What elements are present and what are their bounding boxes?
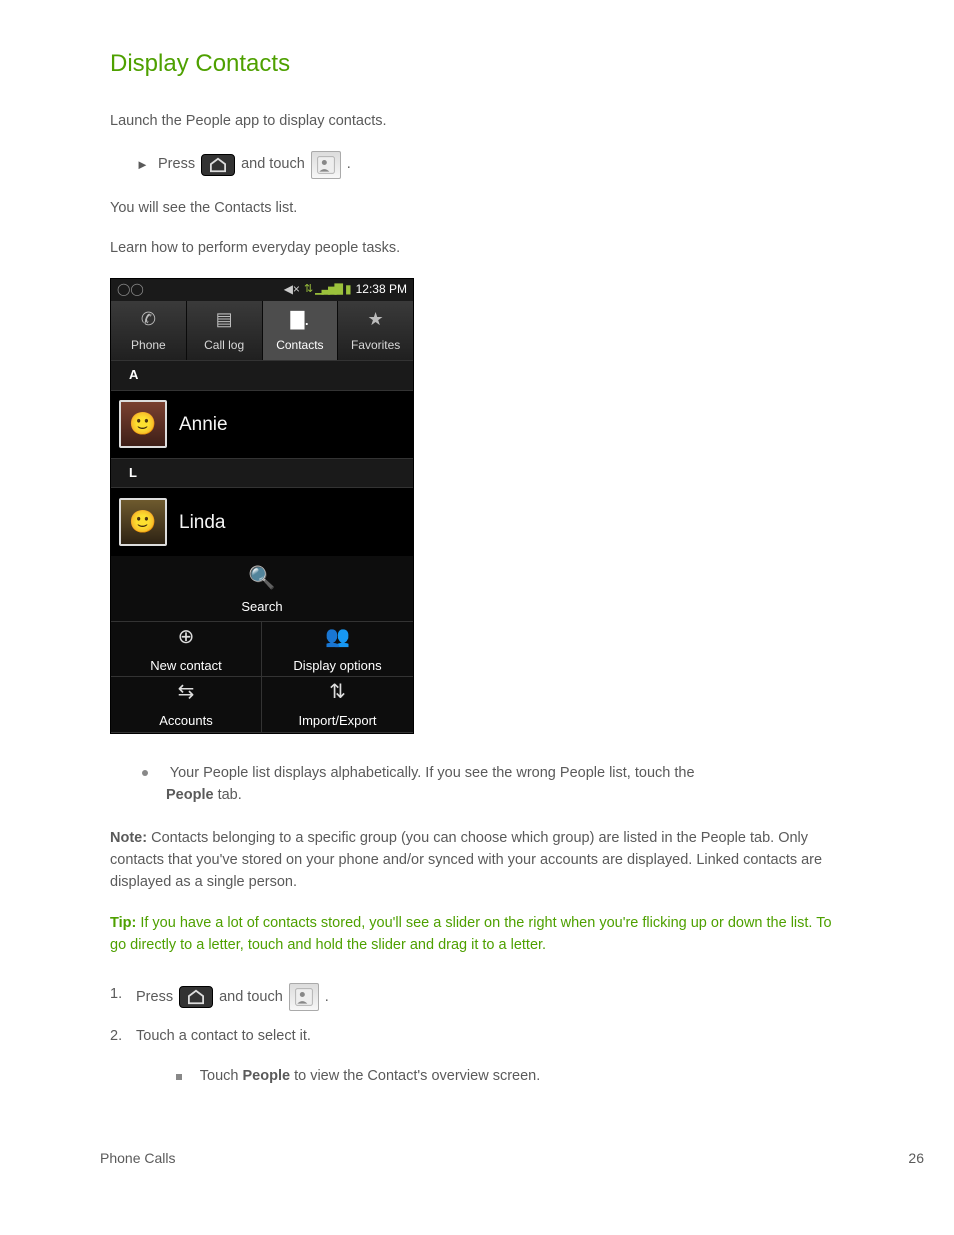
menu-search-label: Search (241, 597, 282, 617)
step1-period: . (325, 986, 329, 1008)
sync-icon: ⇆ (178, 677, 195, 708)
section-heading: Display Contacts (110, 45, 844, 82)
step1-press: Press (136, 986, 173, 1008)
sub-strong: People (243, 1068, 291, 1084)
step1-andtouch: and touch (219, 986, 283, 1008)
status-bar: ◯◯ ◀× ⇅ ▁▃▅▇ ▮ 12:38 PM (111, 279, 413, 301)
bullet-strong: People (166, 787, 214, 803)
phone-icon: ✆ (141, 306, 156, 334)
people-app-icon (311, 151, 341, 179)
sub-prefix: Touch (200, 1068, 243, 1084)
top-nav: ✆ Phone ▤ Call log ▇. Contacts ★ Favorit… (111, 301, 413, 361)
list-section-a: A (111, 360, 413, 390)
search-icon: 🔍 (248, 561, 275, 595)
step-number: 1. (110, 983, 124, 1005)
group-icon: 👥 (325, 622, 350, 653)
menu-accounts[interactable]: ⇆ Accounts (111, 677, 262, 732)
menu-display-options[interactable]: 👥 Display options (262, 622, 413, 677)
menu-accounts-label: Accounts (159, 711, 212, 731)
signal-icon: ▁▃▅▇ (315, 281, 341, 298)
people-app-icon (289, 983, 319, 1011)
folder-icon: ▇. (290, 306, 309, 334)
tab-call-log[interactable]: ▤ Call log (187, 301, 263, 361)
sub-rest: to view the Contact's overview screen. (290, 1068, 540, 1084)
intro-text: Launch the People app to display contact… (110, 110, 844, 132)
arrow-icon: ► (136, 155, 152, 175)
step-2: 2. Touch a contact to select it. (110, 1025, 844, 1047)
menu-display-label: Display options (293, 656, 381, 676)
tab-contacts-label: Contacts (276, 336, 323, 355)
and-touch-label: and touch (241, 153, 305, 175)
tab-favorites[interactable]: ★ Favorites (338, 301, 413, 361)
contact-name: Linda (179, 508, 226, 537)
menu-importexport-label: Import/Export (298, 711, 376, 731)
menu-newcontact-label: New contact (150, 656, 222, 676)
contact-row-linda[interactable]: 🙂 Linda (111, 488, 413, 556)
menu-import-export[interactable]: ⇅ Import/Export (262, 677, 413, 732)
tab-phone-label: Phone (131, 336, 166, 355)
note-text: Contacts belonging to a specific group (… (110, 830, 822, 891)
instruction-row: ► Press and touch . (136, 151, 844, 179)
period: . (347, 153, 351, 175)
step-1: 1. Press and touch . (110, 983, 844, 1011)
phone-screenshot: ◯◯ ◀× ⇅ ▁▃▅▇ ▮ 12:38 PM ✆ Phone ▤ Call l… (110, 278, 414, 734)
page-number: 26 (908, 1148, 924, 1170)
network-icon: ⇅ (304, 281, 311, 298)
note-label: Note: (110, 830, 147, 846)
list-section-l: L (111, 458, 413, 488)
tab-phone[interactable]: ✆ Phone (111, 301, 187, 361)
home-icon (201, 154, 235, 176)
options-menu: 🔍 Search ⊕ New contact 👥 Display options… (111, 556, 413, 732)
tab-contacts[interactable]: ▇. Contacts (263, 301, 339, 361)
page-footer: Phone Calls 26 (0, 1148, 954, 1170)
mute-icon: ◀× (284, 280, 300, 299)
bullet-text-1: Your People list displays alphabetically… (170, 765, 695, 781)
home-icon (179, 986, 213, 1008)
result-text: You will see the Contacts list. (110, 197, 844, 219)
bullet-text-2: tab. (214, 787, 242, 803)
tip-text: If you have a lot of contacts stored, yo… (110, 915, 832, 953)
battery-icon: ▮ (345, 280, 352, 299)
bullet-icon (142, 770, 148, 776)
step-2-sub: Touch People to view the Contact's overv… (176, 1065, 844, 1087)
step-number: 2. (110, 1025, 124, 1047)
avatar: 🙂 (119, 498, 167, 546)
people-list-bullet: Your People list displays alphabetically… (142, 762, 844, 807)
tip-block: Tip: If you have a lot of contacts store… (110, 912, 844, 957)
contact-name: Annie (179, 410, 228, 439)
voicemail-icon: ◯◯ (117, 280, 144, 299)
note-block: Note: Contacts belonging to a specific g… (110, 827, 844, 894)
avatar: 🙂 (119, 400, 167, 448)
tab-favorites-label: Favorites (351, 336, 400, 355)
press-label: Press (158, 153, 195, 175)
transfer-icon: ⇅ (329, 677, 346, 708)
square-bullet-icon (176, 1074, 182, 1080)
star-icon: ★ (368, 306, 384, 334)
status-time: 12:38 PM (356, 280, 407, 299)
footer-section: Phone Calls (100, 1148, 176, 1170)
contact-row-annie[interactable]: 🙂 Annie (111, 391, 413, 459)
step2-text: Touch a contact to select it. (136, 1025, 844, 1047)
menu-new-contact[interactable]: ⊕ New contact (111, 622, 262, 677)
tab-calllog-label: Call log (204, 336, 244, 355)
learn-text: Learn how to perform everyday people tas… (110, 237, 844, 259)
list-icon: ▤ (216, 306, 233, 334)
plus-icon: ⊕ (178, 622, 195, 653)
tip-label: Tip: (110, 915, 140, 931)
menu-search[interactable]: 🔍 Search (111, 556, 413, 622)
